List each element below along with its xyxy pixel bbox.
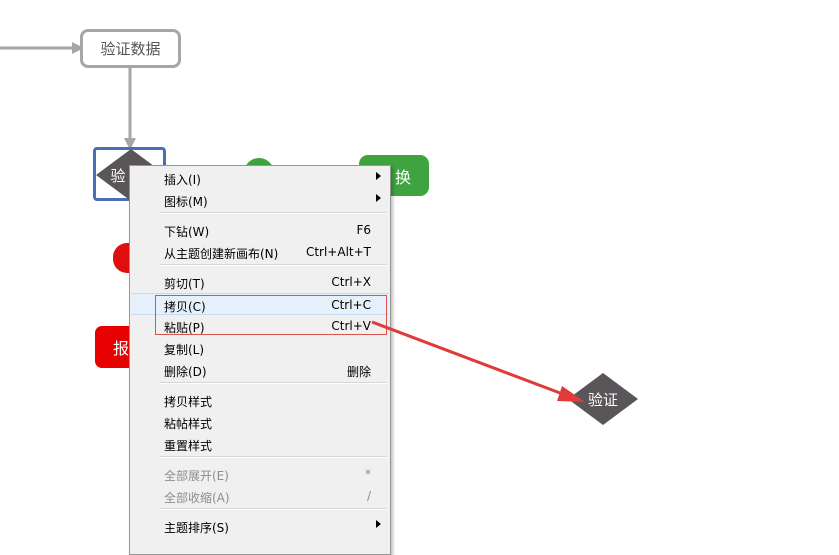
annotation-arrow xyxy=(371,320,585,402)
